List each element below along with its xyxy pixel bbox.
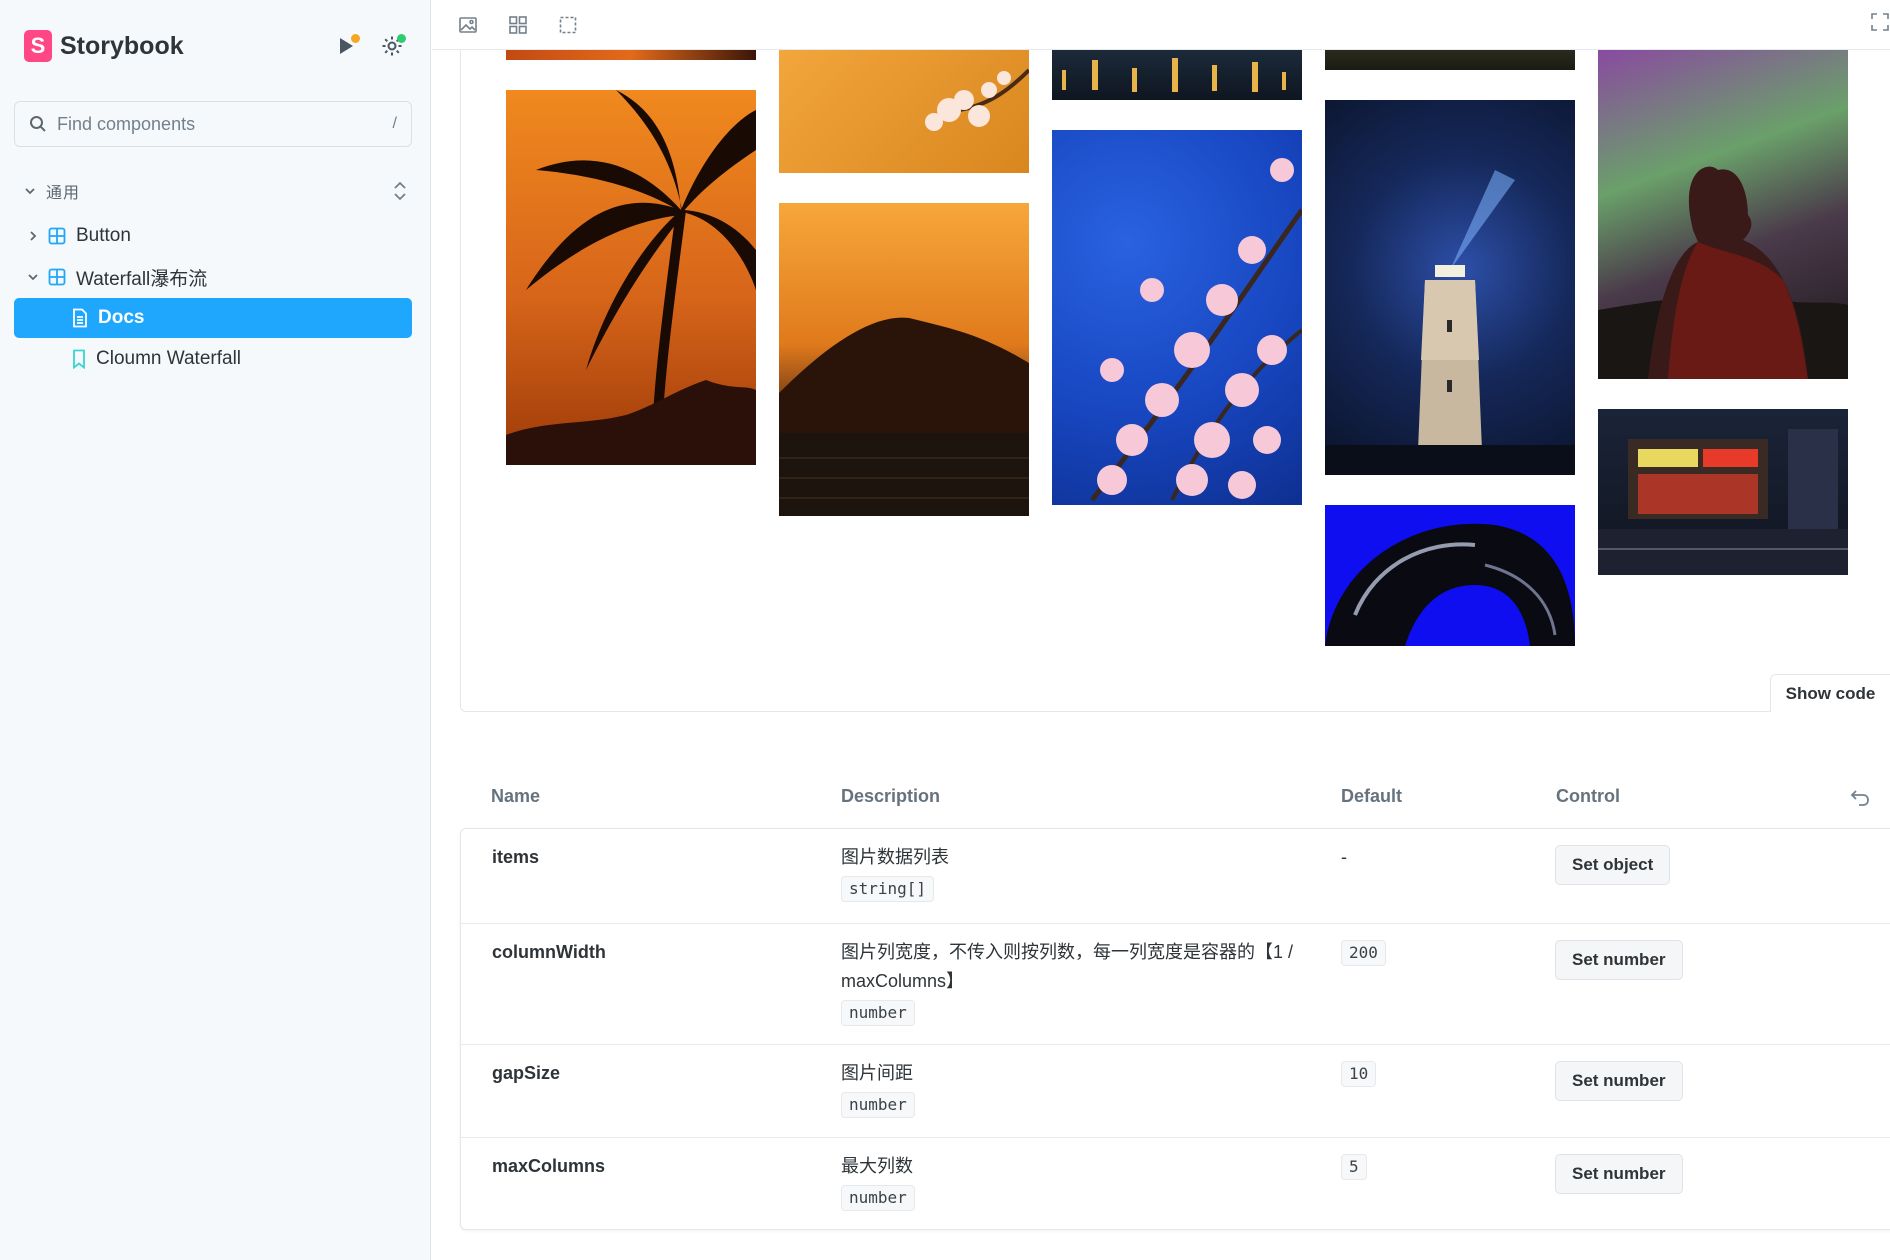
image-tile[interactable] [779, 203, 1029, 516]
image-icon[interactable] [456, 13, 480, 37]
bookmark-icon [72, 349, 86, 369]
set-object-button[interactable]: Set object [1555, 845, 1671, 885]
search-box[interactable]: / [14, 101, 412, 147]
table-row: maxColumns 最大列数 number 5 Set number [461, 1137, 1890, 1230]
image-tile[interactable] [779, 50, 1029, 173]
arg-name: columnWidth [492, 942, 606, 962]
column-header-name: Name [491, 786, 541, 806]
set-number-button[interactable]: Set number [1555, 1154, 1683, 1194]
settings-gear-icon[interactable] [378, 32, 406, 60]
arg-description: 最大列数 number [841, 1152, 1301, 1212]
brand-name: Storybook [60, 31, 184, 60]
document-icon [72, 308, 88, 328]
sidebar-item-waterfall[interactable]: Waterfall瀑布流 [14, 257, 412, 297]
sidebar-item-label: Waterfall瀑布流 [76, 268, 208, 290]
component-icon [48, 268, 66, 286]
args-table: items 图片数据列表 string[] - Set object colum… [460, 828, 1890, 1230]
search-shortcut: / [392, 115, 397, 132]
group-label: 通用 [46, 185, 81, 202]
brand[interactable]: S Storybook [24, 30, 184, 62]
arg-description: 图片列宽度，不传入则按列数，每一列宽度是容器的【1 / maxColumns】 … [841, 938, 1301, 1027]
column-header-default: Default [1341, 786, 1403, 806]
fullscreen-icon[interactable] [1870, 12, 1890, 37]
sidebar-item-button[interactable]: Button [14, 216, 412, 256]
arg-type: number [841, 1000, 915, 1026]
arg-default-value: 200 [1341, 940, 1386, 966]
component-icon [48, 227, 66, 245]
image-tile[interactable] [1052, 50, 1302, 100]
image-tile[interactable] [1052, 130, 1302, 505]
arg-default-value: 10 [1341, 1061, 1377, 1087]
table-row: items 图片数据列表 string[] - Set object [461, 829, 1890, 923]
storybook-logo-icon: S [24, 30, 52, 62]
arg-name: items [492, 847, 540, 867]
table-row: columnWidth 图片列宽度，不传入则按列数，每一列宽度是容器的【1 / … [461, 923, 1890, 1044]
sidebar: S Storybook / 通用 Button [0, 0, 431, 1260]
arg-default: 5 [1341, 1152, 1367, 1181]
set-number-button[interactable]: Set number [1555, 1061, 1683, 1101]
arg-description: 图片数据列表 string[] [841, 843, 1301, 903]
arg-description-text: 图片间距 [841, 1063, 913, 1083]
arg-default-value: 5 [1341, 1154, 1367, 1180]
arg-description-text: 图片列宽度，不传入则按列数，每一列宽度是容器的【1 / maxColumns】 [841, 942, 1294, 991]
search-icon [30, 116, 46, 132]
column-header-description: Description [841, 786, 941, 806]
arg-default: 10 [1341, 1059, 1377, 1088]
expand-collapse-icon[interactable] [392, 179, 408, 203]
reset-controls-icon[interactable] [1850, 787, 1870, 812]
image-tile[interactable] [1325, 50, 1575, 70]
outline-icon[interactable] [556, 13, 580, 37]
chevron-down-icon [24, 272, 42, 282]
arg-name: maxColumns [492, 1156, 606, 1176]
arg-type: number [841, 1185, 915, 1211]
arg-name: gapSize [492, 1063, 561, 1083]
set-number-button[interactable]: Set number [1555, 940, 1683, 980]
show-code-button[interactable]: Show code [1770, 674, 1890, 712]
arg-type: string[] [841, 876, 935, 902]
image-tile[interactable] [1325, 505, 1575, 646]
sidebar-item-label: Cloumn Waterfall [96, 348, 242, 369]
table-row: gapSize 图片间距 number 10 Set number [461, 1044, 1890, 1137]
addons-play-icon[interactable] [332, 32, 360, 60]
toolbar [432, 0, 1890, 50]
image-tile[interactable] [506, 90, 756, 465]
chevron-down-icon [25, 188, 35, 195]
sidebar-item-cloumn-waterfall[interactable]: Cloumn Waterfall [14, 339, 412, 379]
image-tile[interactable] [1598, 409, 1848, 575]
arg-default: - [1341, 847, 1347, 867]
image-tile[interactable] [506, 50, 756, 60]
arg-default: 200 [1341, 938, 1386, 967]
grid-icon[interactable] [506, 13, 530, 37]
sidebar-item-label: Docs [98, 307, 145, 328]
story-canvas [460, 50, 1890, 712]
group-header-general[interactable]: 通用 [24, 176, 408, 206]
image-tile[interactable] [1598, 50, 1848, 379]
arg-description: 图片间距 number [841, 1059, 1301, 1119]
search-input[interactable] [57, 113, 383, 135]
column-header-control: Control [1556, 786, 1620, 806]
arg-description-text: 图片数据列表 [841, 847, 949, 867]
image-tile[interactable] [1325, 100, 1575, 475]
sidebar-item-docs[interactable]: Docs [14, 298, 412, 338]
chevron-right-icon [24, 230, 42, 242]
sidebar-item-label: Button [76, 225, 131, 246]
arg-type: number [841, 1092, 915, 1118]
arg-description-text: 最大列数 [841, 1156, 913, 1176]
